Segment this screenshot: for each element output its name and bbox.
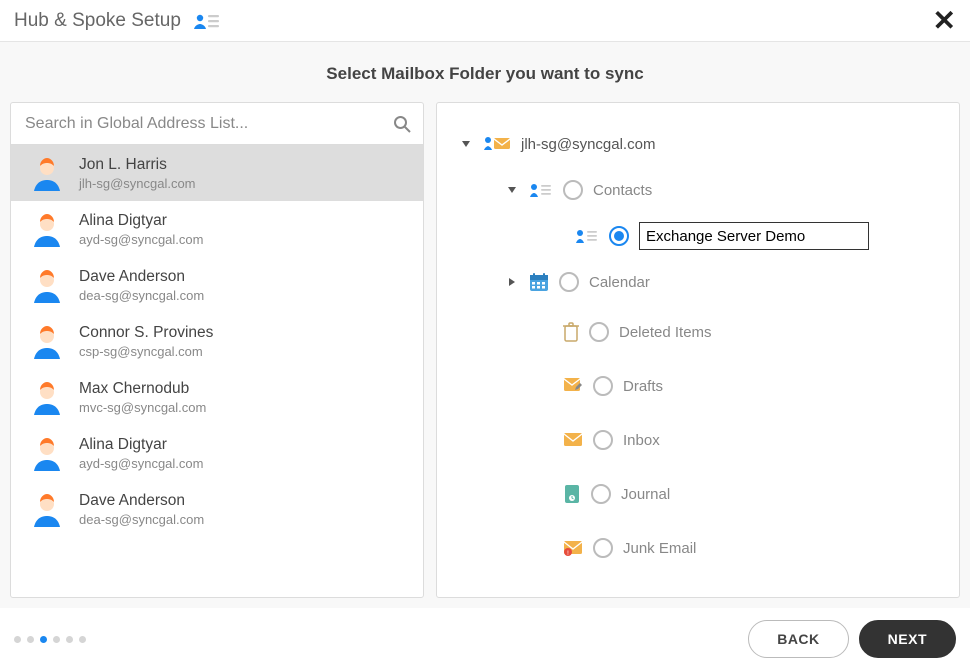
back-button[interactable]: BACK	[748, 620, 848, 658]
step-pager	[14, 636, 86, 643]
folder-label: Calendar	[589, 274, 650, 291]
folder-label: Junk Email	[623, 540, 696, 557]
trash-icon	[563, 322, 579, 342]
folder-row[interactable]: Inbox	[451, 413, 949, 467]
pager-dot[interactable]	[40, 636, 47, 643]
drafts-icon	[563, 377, 583, 395]
folder-label: Deleted Items	[619, 324, 712, 341]
contact-row[interactable]: Connor S. Provines csp-sg@syncgal.com	[11, 313, 423, 369]
contact-name: Max Chernodub	[79, 380, 206, 398]
folder-radio[interactable]	[591, 484, 611, 504]
caret-down-icon[interactable]	[459, 137, 473, 151]
folder-label: Drafts	[623, 378, 663, 395]
contact-row[interactable]: Alina Digtyar ayd-sg@syncgal.com	[11, 201, 423, 257]
tree-account-row[interactable]: jlh-sg@syncgal.com	[451, 121, 949, 167]
contact-list[interactable]: Jon L. Harris jlh-sg@syncgal.com Alina D…	[11, 145, 423, 597]
folder-row[interactable]: ! Junk Email	[451, 521, 949, 575]
inbox-icon	[563, 432, 583, 448]
calendar-icon	[529, 272, 549, 292]
avatar	[29, 379, 65, 415]
close-icon[interactable]: ✕	[933, 7, 956, 35]
folder-radio[interactable]	[559, 272, 579, 292]
avatar	[29, 211, 65, 247]
folder-radio[interactable]	[593, 538, 613, 558]
avatar	[29, 435, 65, 471]
folder-row[interactable]: Deleted Items	[451, 305, 949, 359]
folder-radio[interactable]	[563, 180, 583, 200]
caret-down-icon[interactable]	[505, 183, 519, 197]
contact-name: Dave Anderson	[79, 492, 204, 510]
page-subtitle: Select Mailbox Folder you want to sync	[0, 42, 970, 102]
contacts-panel: Jon L. Harris jlh-sg@syncgal.com Alina D…	[10, 102, 424, 598]
folder-row[interactable]	[451, 213, 949, 259]
folder-row[interactable]: Journal	[451, 467, 949, 521]
folder-radio[interactable]	[593, 376, 613, 396]
folder-row[interactable]: Drafts	[451, 359, 949, 413]
contact-row[interactable]: Jon L. Harris jlh-sg@syncgal.com	[11, 145, 423, 201]
folder-label: Contacts	[593, 182, 652, 199]
junk-icon: !	[563, 540, 583, 556]
contact-name: Alina Digtyar	[79, 436, 203, 454]
folder-radio[interactable]	[593, 430, 613, 450]
next-button[interactable]: NEXT	[859, 620, 956, 658]
pager-dot[interactable]	[66, 636, 73, 643]
account-label: jlh-sg@syncgal.com	[521, 136, 655, 153]
contact-email: jlh-sg@syncgal.com	[79, 176, 196, 191]
caret-right-icon[interactable]	[505, 275, 519, 289]
window-title: Hub & Spoke Setup	[14, 10, 181, 32]
folder-row[interactable]: Contacts	[451, 167, 949, 213]
contact-name: Connor S. Provines	[79, 324, 213, 342]
pager-dot[interactable]	[79, 636, 86, 643]
contact-email: dea-sg@syncgal.com	[79, 288, 204, 303]
folder-label: Inbox	[623, 432, 660, 449]
contact-email: ayd-sg@syncgal.com	[79, 456, 203, 471]
contacts-icon	[575, 228, 599, 244]
title-bar: Hub & Spoke Setup ✕	[0, 0, 970, 42]
contact-email: ayd-sg@syncgal.com	[79, 232, 203, 247]
mailbox-icon	[483, 135, 511, 153]
contact-email: csp-sg@syncgal.com	[79, 344, 213, 359]
contact-name: Jon L. Harris	[79, 156, 196, 174]
footer: BACK NEXT	[0, 608, 970, 670]
contact-email: mvc-sg@syncgal.com	[79, 400, 206, 415]
search-icon[interactable]	[393, 115, 411, 133]
folder-radio[interactable]	[589, 322, 609, 342]
contact-name: Alina Digtyar	[79, 212, 203, 230]
folder-rename-input[interactable]	[639, 222, 869, 250]
contact-row[interactable]: Max Chernodub mvc-sg@syncgal.com	[11, 369, 423, 425]
contact-email: dea-sg@syncgal.com	[79, 512, 204, 527]
folder-label: Journal	[621, 486, 670, 503]
contact-row[interactable]: Dave Anderson dea-sg@syncgal.com	[11, 481, 423, 537]
pager-dot[interactable]	[53, 636, 60, 643]
folder-radio[interactable]	[609, 226, 629, 246]
contacts-icon	[529, 182, 553, 198]
contact-row[interactable]: Dave Anderson dea-sg@syncgal.com	[11, 257, 423, 313]
folder-row[interactable]: Calendar	[451, 259, 949, 305]
avatar	[29, 323, 65, 359]
avatar	[29, 267, 65, 303]
avatar	[29, 155, 65, 191]
contacts-icon	[193, 11, 221, 31]
avatar	[29, 491, 65, 527]
pager-dot[interactable]	[27, 636, 34, 643]
journal-icon	[563, 484, 581, 504]
search-input[interactable]	[23, 114, 393, 134]
contact-row[interactable]: Alina Digtyar ayd-sg@syncgal.com	[11, 425, 423, 481]
pager-dot[interactable]	[14, 636, 21, 643]
contact-name: Dave Anderson	[79, 268, 204, 286]
search-box	[11, 103, 423, 145]
folder-tree-panel: jlh-sg@syncgal.com Contacts	[436, 102, 960, 598]
